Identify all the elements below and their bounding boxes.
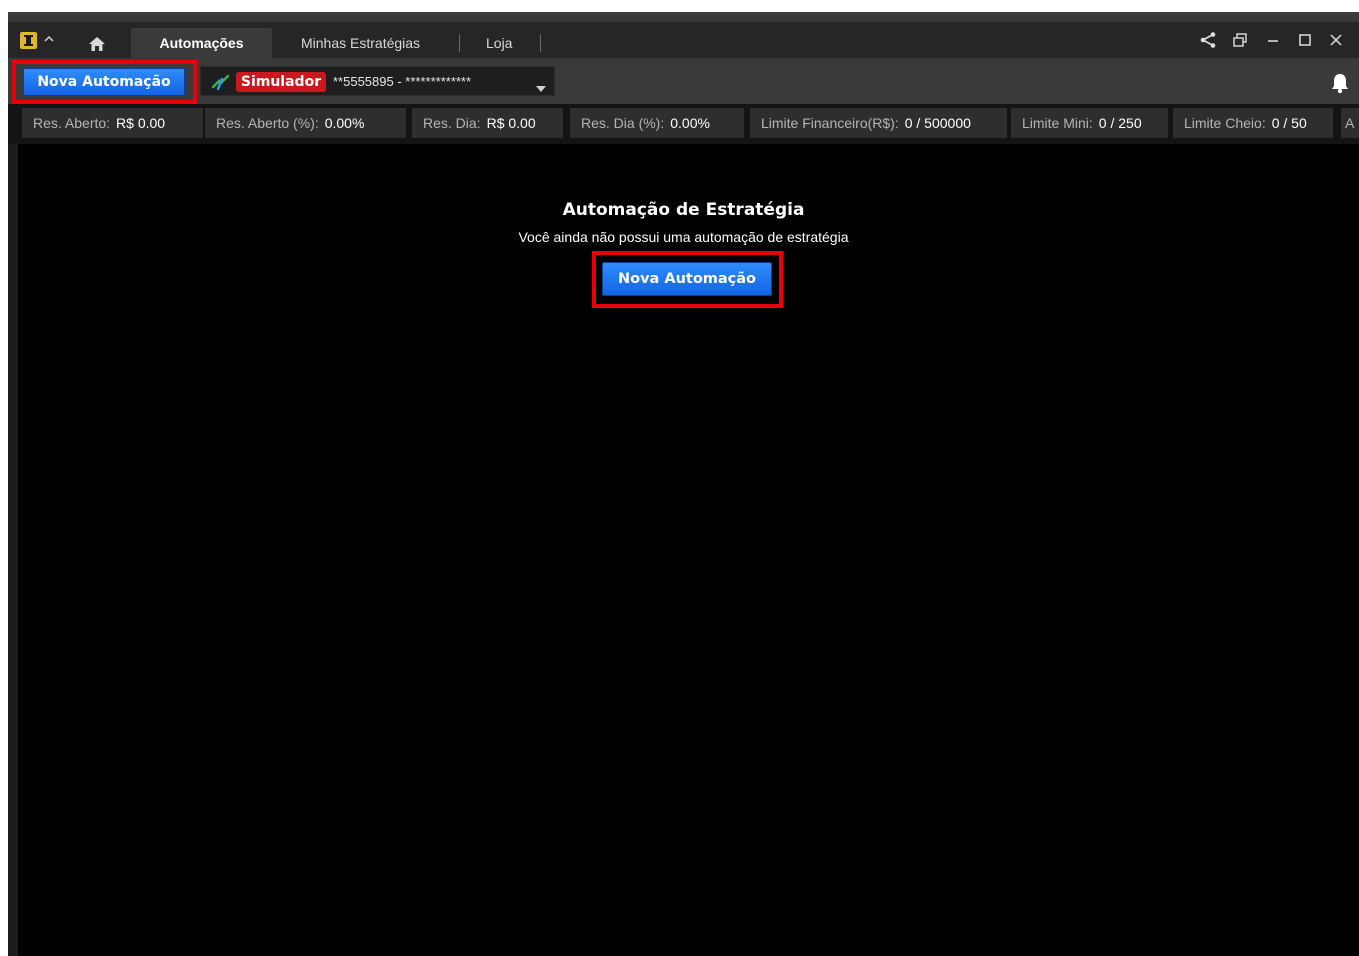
- empty-state-title: Automação de Estratégia: [562, 200, 805, 220]
- left-rail: [8, 144, 18, 956]
- stat-limite-mini: Limite Mini: 0 / 250: [1011, 108, 1168, 138]
- stat-value: 0.00%: [324, 115, 365, 131]
- empty-state-new-automation-button[interactable]: Nova Automação: [602, 262, 772, 296]
- logo-icon[interactable]: [20, 32, 37, 49]
- bell-icon[interactable]: [1330, 72, 1350, 94]
- stat-label: A: [1345, 115, 1355, 131]
- stat-res-aberto-pct: Res. Aberto (%): 0.00%: [205, 108, 406, 138]
- stat-value: 0 / 50: [1271, 115, 1307, 131]
- caret-up-icon[interactable]: [42, 31, 56, 45]
- stat-label: Res. Dia (%):: [581, 115, 665, 131]
- account-select[interactable]: Simulador **5555895 - *************: [200, 66, 555, 96]
- stat-res-dia-pct: Res. Dia (%): 0.00%: [570, 108, 744, 138]
- maximize-icon[interactable]: [1296, 31, 1314, 49]
- tab-separator: [459, 34, 460, 52]
- account-number: **5555895 - *************: [333, 74, 472, 89]
- minimize-icon[interactable]: [1264, 31, 1282, 49]
- stat-limite-financeiro: Limite Financeiro(R$): 0 / 500000: [750, 108, 1007, 138]
- title-bar-strip: [8, 12, 1359, 22]
- tab-minhas-estrategias[interactable]: Minhas Estratégias: [301, 28, 420, 58]
- app-window: Automações Minhas Estratégias Loja Nova …: [8, 12, 1359, 956]
- stat-truncated: A: [1341, 108, 1359, 138]
- stat-res-aberto: Res. Aberto: R$ 0.00: [22, 108, 203, 138]
- stat-value: 0 / 250: [1098, 115, 1142, 131]
- share-icon[interactable]: [1199, 31, 1217, 49]
- tab-automacoes[interactable]: Automações: [131, 28, 272, 58]
- stat-label: Limite Mini:: [1022, 115, 1093, 131]
- stats-bar: Res. Aberto: R$ 0.00 Res. Aberto (%): 0.00…: [8, 104, 1359, 144]
- stat-value: 0.00%: [670, 115, 710, 131]
- stat-value: R$ 0.00: [116, 115, 166, 131]
- bolt-icon: [211, 73, 231, 91]
- toolbar: Nova Automação Simulador **5555895 - ***…: [8, 58, 1359, 104]
- empty-state-subtitle: Você ainda não possui uma automação de e…: [518, 229, 849, 245]
- stat-label: Res. Aberto:: [33, 115, 111, 131]
- stat-label: Res. Dia:: [423, 115, 481, 131]
- tab-separator: [540, 34, 541, 52]
- restore-window-icon[interactable]: [1231, 31, 1249, 49]
- close-icon[interactable]: [1327, 31, 1345, 49]
- stat-label: Res. Aberto (%):: [216, 115, 319, 131]
- stat-label: Limite Cheio:: [1184, 115, 1266, 131]
- stat-value: 0 / 500000: [904, 115, 971, 131]
- tab-loja[interactable]: Loja: [486, 28, 512, 58]
- new-automation-button[interactable]: Nova Automação: [23, 68, 185, 96]
- stat-limite-cheio: Limite Cheio: 0 / 50: [1173, 108, 1333, 138]
- stat-label: Limite Financeiro(R$):: [761, 115, 899, 131]
- stat-res-dia: Res. Dia: R$ 0.00: [412, 108, 563, 138]
- title-bar: Automações Minhas Estratégias Loja: [8, 12, 1359, 58]
- dropdown-caret-icon[interactable]: [536, 78, 546, 92]
- stat-value: R$ 0.00: [486, 115, 536, 131]
- simulator-badge: Simulador: [236, 72, 326, 92]
- home-icon[interactable]: [88, 36, 106, 52]
